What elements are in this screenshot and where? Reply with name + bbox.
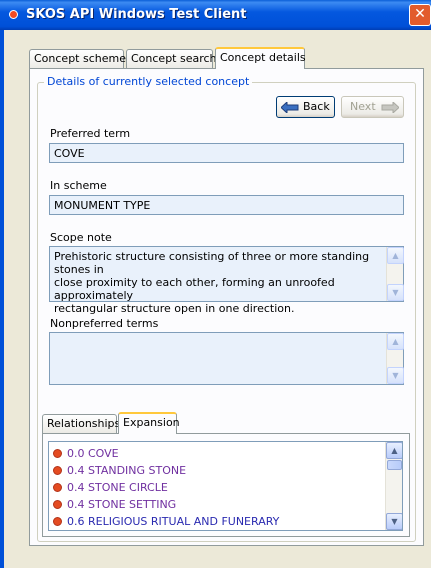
list-item[interactable]: 0.4 STONE SETTING — [53, 497, 176, 513]
scope-note-field[interactable]: Prehistoric structure consisting of thre… — [49, 246, 404, 315]
scroll-up-button[interactable]: ▲ — [387, 247, 404, 264]
scope-note-line: Prehistoric structure consisting of thre… — [54, 250, 370, 276]
scope-note-label: Scope note — [50, 231, 112, 244]
app-icon — [9, 10, 18, 19]
list-item[interactable]: 0.4 STANDING STONE — [53, 463, 186, 479]
tab-relationships[interactable]: Relationships — [42, 414, 120, 433]
tab-expansion[interactable]: Expansion — [118, 412, 180, 434]
in-scheme-label: In scheme — [50, 179, 107, 192]
app-window: SKOS API Windows Test Client ✕ Concept s… — [0, 0, 431, 568]
scroll-thumb[interactable] — [387, 460, 402, 470]
expansion-scrollbar[interactable]: ▲ ▼ — [385, 442, 402, 530]
nonpreferred-terms-field[interactable]: ▲ ▼ — [49, 332, 404, 385]
concept-bullet-icon — [53, 449, 62, 458]
arrow-left-icon — [281, 102, 299, 113]
scroll-up-button[interactable]: ▲ — [386, 442, 402, 459]
window-left-frame — [0, 30, 4, 568]
scroll-down-button[interactable]: ▼ — [387, 367, 404, 384]
concept-bullet-icon — [53, 483, 62, 492]
title-bar[interactable]: SKOS API Windows Test Client ✕ — [0, 0, 431, 30]
concept-bullet-icon — [53, 500, 62, 509]
scroll-down-button[interactable]: ▼ — [387, 284, 404, 301]
preferred-term-field[interactable]: COVE — [49, 143, 404, 163]
next-button[interactable]: Next — [341, 96, 404, 118]
scope-note-line: close proximity to each other, forming a… — [54, 276, 335, 302]
scroll-down-button[interactable]: ▼ — [386, 513, 402, 530]
close-button[interactable]: ✕ — [409, 4, 431, 26]
list-item[interactable]: 0.4 STONE CIRCLE — [53, 480, 168, 496]
preferred-term-label: Preferred term — [50, 127, 131, 140]
back-label: Back — [303, 100, 330, 113]
list-item[interactable]: 0.6 RELIGIOUS RITUAL AND FUNERARY — [53, 514, 279, 530]
arrow-right-icon — [381, 102, 399, 113]
window-title: SKOS API Windows Test Client — [26, 7, 247, 22]
tab-concept-details[interactable]: Concept details — [215, 47, 306, 69]
nonpreferred-terms-label: Nonpreferred terms — [50, 317, 159, 330]
tab-concept-schemes[interactable]: Concept schemes — [29, 49, 132, 68]
details-group-title: Details of currently selected concept — [44, 75, 253, 88]
back-button[interactable]: Back — [276, 96, 335, 118]
concept-bullet-icon — [53, 517, 62, 526]
scope-note-text: Prehistoric structure consisting of thre… — [54, 250, 381, 315]
tab-concept-search[interactable]: Concept search — [126, 49, 217, 68]
next-label: Next — [350, 100, 376, 113]
in-scheme-field[interactable]: MONUMENT TYPE — [49, 195, 404, 215]
scroll-up-button[interactable]: ▲ — [387, 333, 404, 350]
scope-note-line: rectangular structure open in one direct… — [54, 302, 295, 315]
expansion-list[interactable]: 0.0 COVE 0.4 STANDING STONE 0.4 STONE CI… — [48, 441, 403, 531]
nonpreferred-scrollbar[interactable]: ▲ ▼ — [386, 333, 404, 384]
list-item[interactable]: 0.0 COVE — [53, 446, 119, 462]
scope-note-scrollbar[interactable]: ▲ ▼ — [386, 247, 404, 301]
concept-bullet-icon — [53, 466, 62, 475]
